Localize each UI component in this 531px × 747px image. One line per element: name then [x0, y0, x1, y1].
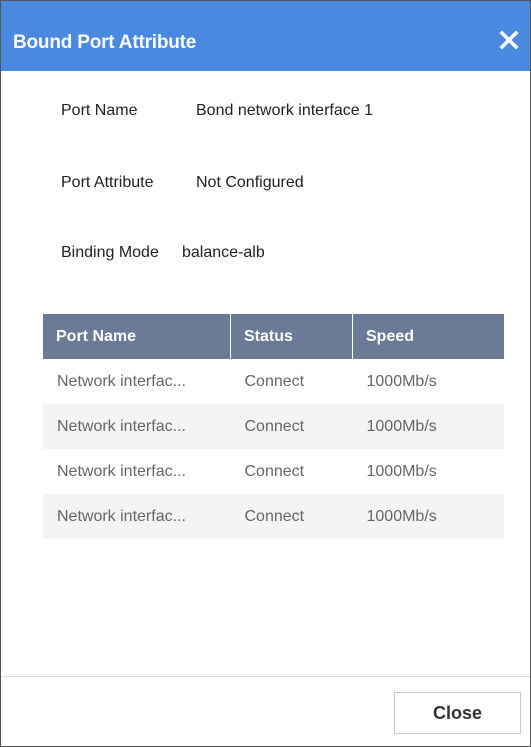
port-attribute-label: Port Attribute	[61, 174, 154, 191]
binding-mode-value: balance-alb	[182, 244, 265, 261]
port-name-value: Bond network interface 1	[196, 102, 373, 119]
speed-cell: 1000Mb/s	[352, 494, 504, 539]
status-cell: Connect	[230, 494, 353, 539]
bound-port-attribute-dialog: Bound Port Attribute Port Name Bond netw…	[0, 0, 531, 747]
port-name-cell: Network interfac...	[57, 372, 186, 390]
dialog-title: Bound Port Attribute	[13, 32, 197, 53]
binding-mode-label: Binding Mode	[61, 244, 159, 261]
port-attribute-value: Not Configured	[196, 174, 304, 191]
close-icon[interactable]	[498, 29, 520, 51]
dialog-titlebar: Bound Port Attribute	[1, 1, 530, 71]
status-cell: Connect	[244, 462, 305, 480]
table-row[interactable]: Network interfac... Connect 1000Mb/s	[43, 494, 504, 539]
status-cell: Connect	[230, 404, 353, 449]
close-button[interactable]: Close	[394, 692, 521, 734]
footer-divider	[1, 676, 530, 677]
speed-cell: 1000Mb/s	[366, 462, 437, 480]
speed-cell: 1000Mb/s	[366, 372, 437, 390]
port-name-cell: Network interfac...	[43, 404, 231, 449]
table-row[interactable]: Network interfac... Connect 1000Mb/s	[43, 359, 504, 404]
table-header-row: Port Name Status Speed	[43, 314, 504, 359]
column-header-status: Status	[230, 314, 353, 359]
ports-table: Port Name Status Speed Network interfac.…	[43, 314, 504, 539]
column-header-port-name: Port Name	[43, 314, 231, 359]
speed-cell: 1000Mb/s	[352, 404, 504, 449]
status-cell: Connect	[244, 372, 305, 390]
port-name-cell: Network interfac...	[43, 494, 231, 539]
port-name-label: Port Name	[61, 102, 138, 119]
column-header-speed: Speed	[352, 314, 504, 359]
table-row[interactable]: Network interfac... Connect 1000Mb/s	[43, 449, 504, 494]
table-row[interactable]: Network interfac... Connect 1000Mb/s	[43, 404, 504, 449]
port-name-cell: Network interfac...	[57, 462, 186, 480]
